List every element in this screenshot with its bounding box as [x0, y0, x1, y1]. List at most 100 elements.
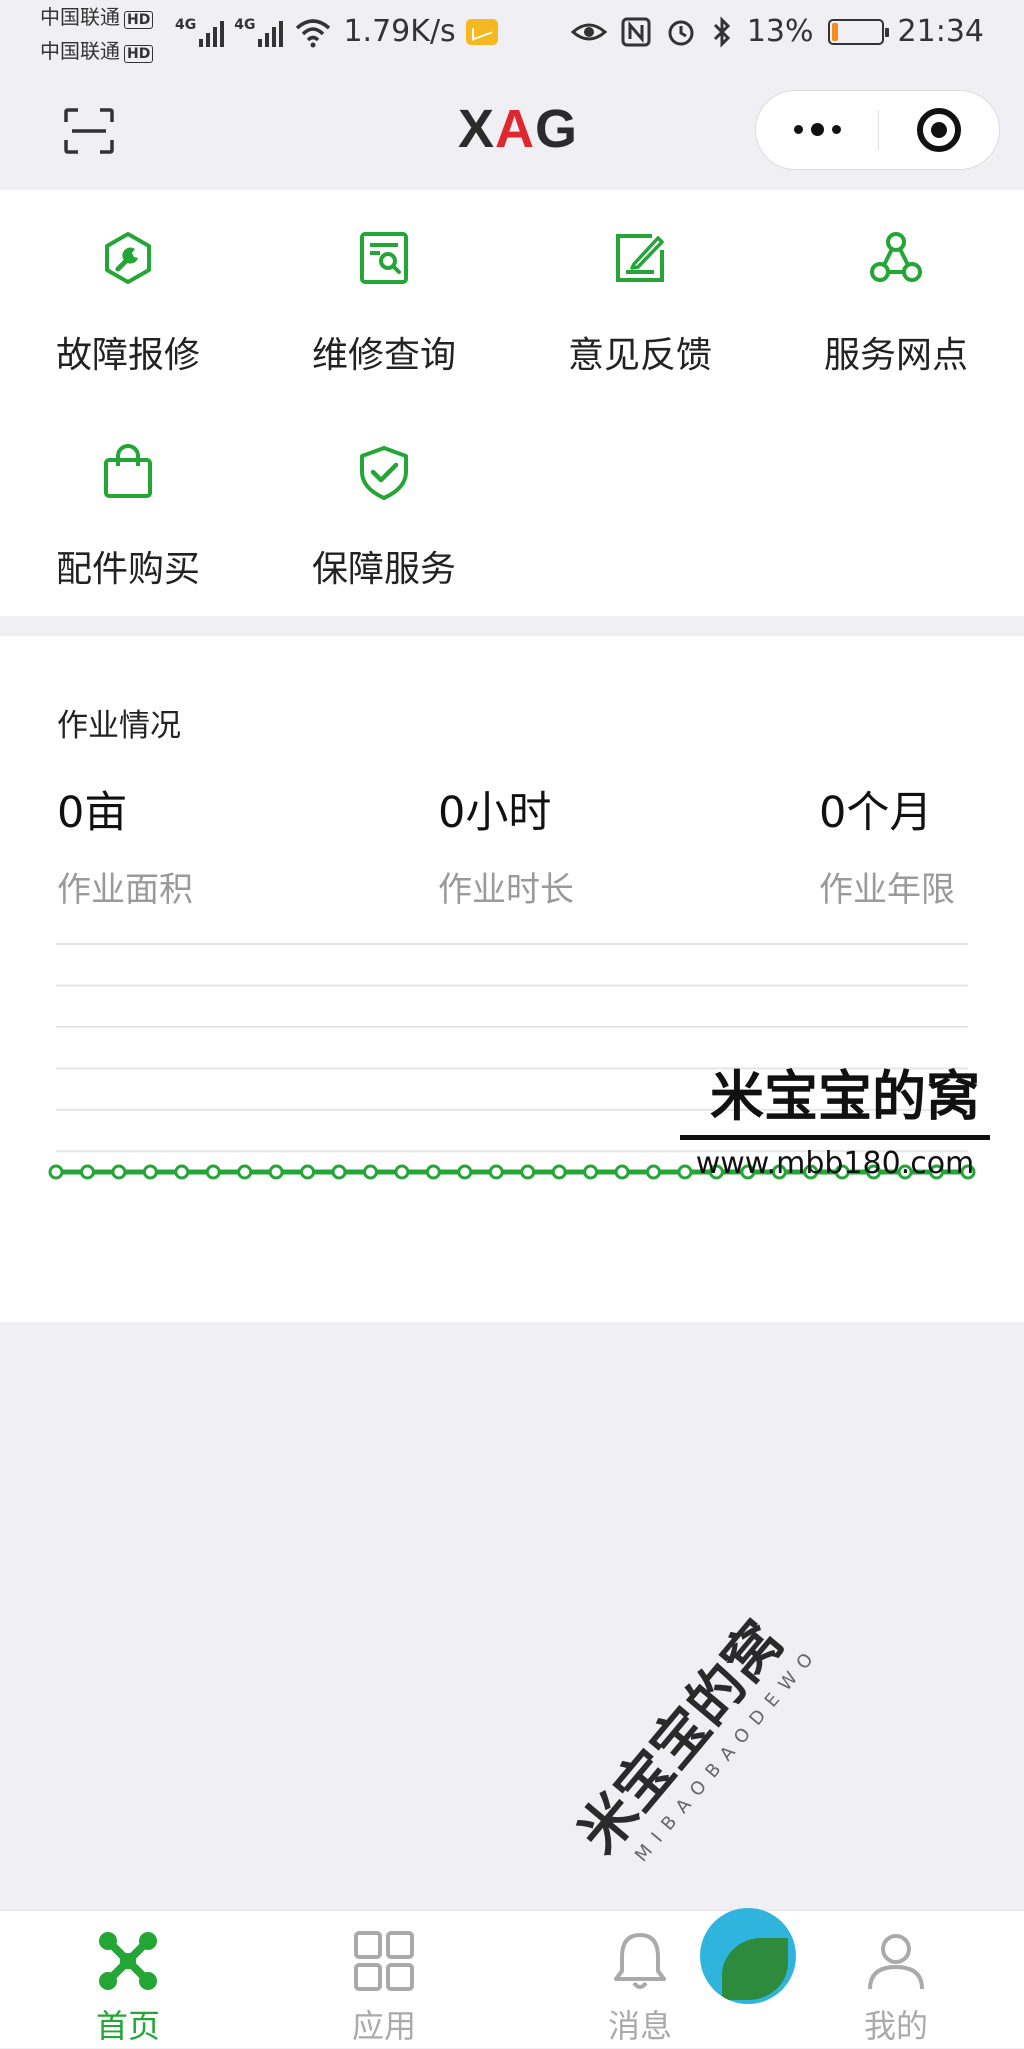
menu-item-label: 意见反馈: [567, 335, 712, 376]
status-bar: 中国联通 HD 中国联通 HD 4G 4G 1.79K/s 13% 21:34: [0, 0, 1024, 72]
shield-check-icon: [360, 446, 408, 500]
nfc-icon: [621, 17, 651, 46]
data-point: [394, 1164, 410, 1180]
watermark-url: www.mbb180.com: [695, 1146, 975, 1181]
data-point: [174, 1164, 190, 1180]
data-point: [300, 1164, 316, 1180]
menu-item-label: 配件购买: [55, 549, 200, 590]
menu-item-fault-repair[interactable]: 故障报修: [0, 190, 256, 390]
data-point: [79, 1164, 95, 1180]
x-tick-label: 9.16: [497, 1194, 559, 1196]
x-tick-label: 9.1: [34, 1194, 79, 1196]
data-point: [142, 1164, 158, 1180]
close-program-button[interactable]: [879, 108, 999, 152]
hd-badge: HD: [124, 45, 154, 63]
menu-item-service-outlets[interactable]: 服务网点: [768, 190, 1024, 390]
wifi-icon: [296, 18, 331, 47]
battery-icon: [827, 18, 889, 45]
x-tick-label: 9.7: [222, 1194, 267, 1196]
watermark-text: 米宝宝的窝: [710, 1065, 980, 1128]
target-icon: [917, 108, 961, 152]
data-point: [48, 1164, 64, 1180]
repair-search-icon: [360, 232, 408, 284]
more-menu-button[interactable]: [756, 122, 878, 136]
signal-1-icon: 4G: [175, 17, 225, 47]
carrier-2: 中国联通 HD: [40, 38, 154, 67]
data-point: [457, 1164, 473, 1180]
mini-program-capsule: [755, 90, 1000, 170]
eye-icon: [570, 23, 607, 40]
data-point: [614, 1164, 630, 1180]
stat-duration: 0小时 作业时长: [438, 778, 574, 911]
stat-value: 0小时: [438, 788, 552, 838]
shopping-bag-icon: [104, 444, 152, 498]
menu-item-repair-query[interactable]: 维修查询: [256, 190, 512, 390]
menu-item-parts-purchase[interactable]: 配件购买: [0, 404, 256, 604]
bluetooth-icon: [713, 15, 730, 48]
watermark-text-rotated: 米宝宝的窝: [566, 1609, 796, 1866]
tab-label: 消息: [607, 2007, 672, 2045]
tab-label: 首页: [95, 2007, 160, 2045]
service-menu: 故障报修 维修查询 意见反馈 服务网点 配件购买 保障服务: [0, 190, 1024, 616]
watermark-badge-icon: [700, 1908, 796, 2004]
bell-icon: [614, 1933, 666, 1989]
signal-2-icon: 4G: [234, 17, 284, 47]
user-icon: [868, 1934, 924, 1990]
clock-time: 21:34: [897, 14, 984, 49]
data-point: [362, 1164, 378, 1180]
section-title: 作业情况: [57, 708, 181, 744]
data-point: [237, 1164, 253, 1180]
nav-bar: XAG: [0, 72, 1024, 190]
feedback-edit-icon: [616, 234, 664, 282]
tab-label: 应用: [351, 2007, 416, 2045]
watermark-stamp: 米宝宝的窝 www.mbb180.com: [680, 1052, 990, 1181]
status-left-group: 4G 4G 1.79K/s: [175, 14, 498, 49]
tab-label: 我的: [863, 2007, 928, 2045]
scan-icon[interactable]: [64, 108, 114, 154]
menu-item-label: 保障服务: [311, 549, 456, 590]
mail-notification-icon: [465, 18, 498, 45]
stat-years: 0个月 作业年限: [819, 778, 955, 911]
work-summary-card: 作业情况 0亩 作业面积 0小时 作业时长 0个月 作业年限 9.1 9.4 9.7…: [0, 636, 1024, 1322]
battery-percent: 13%: [746, 14, 814, 49]
stat-label: 作业面积: [57, 870, 193, 910]
x-tick-label: 9.4: [128, 1194, 173, 1196]
stat-area: 0亩 作业面积: [57, 778, 193, 911]
menu-item-feedback[interactable]: 意见反馈: [512, 190, 768, 390]
alarm-icon: [668, 20, 694, 45]
apps-grid-icon: [354, 1931, 414, 1991]
stat-label: 作业年限: [819, 870, 955, 910]
stat-value: 0个月: [819, 788, 933, 838]
data-point: [583, 1164, 599, 1180]
network-speed: 1.79K/s: [343, 14, 456, 49]
x-tick-label: 9.10: [308, 1194, 370, 1196]
menu-item-label: 故障报修: [55, 335, 200, 376]
data-point: [520, 1164, 536, 1180]
tab-bar: 首页 应用 消息 我的: [0, 1910, 1024, 2048]
status-right-group: 13% 21:34: [570, 14, 984, 49]
data-point: [646, 1164, 662, 1180]
x-tick-label: 9.13: [402, 1194, 464, 1196]
data-point: [331, 1164, 347, 1180]
x-tick-label: 9.25: [780, 1194, 842, 1196]
x-tick-label: 9.28: [874, 1194, 936, 1196]
drone-icon: [99, 1932, 157, 1990]
tab-home[interactable]: 首页: [0, 1911, 256, 2049]
data-point: [205, 1164, 221, 1180]
data-point: [268, 1164, 284, 1180]
data-point: [111, 1164, 127, 1180]
menu-item-guarantee-service[interactable]: 保障服务: [256, 404, 512, 604]
wrench-icon: [105, 232, 151, 284]
menu-item-label: 维修查询: [311, 335, 456, 376]
carrier-1: 中国联通 HD: [40, 4, 154, 33]
tab-apps[interactable]: 应用: [256, 1911, 512, 2049]
data-point: [551, 1164, 567, 1180]
network-nodes-icon: [870, 232, 922, 282]
x-tick-label: 9.22: [685, 1194, 747, 1196]
carrier-2-name: 中国联通: [40, 39, 120, 63]
data-point: [488, 1164, 504, 1180]
hd-badge: HD: [124, 11, 154, 29]
stat-label: 作业时长: [438, 870, 574, 910]
menu-item-label: 服务网点: [823, 335, 968, 376]
tab-mine[interactable]: 我的: [768, 1911, 1024, 2049]
